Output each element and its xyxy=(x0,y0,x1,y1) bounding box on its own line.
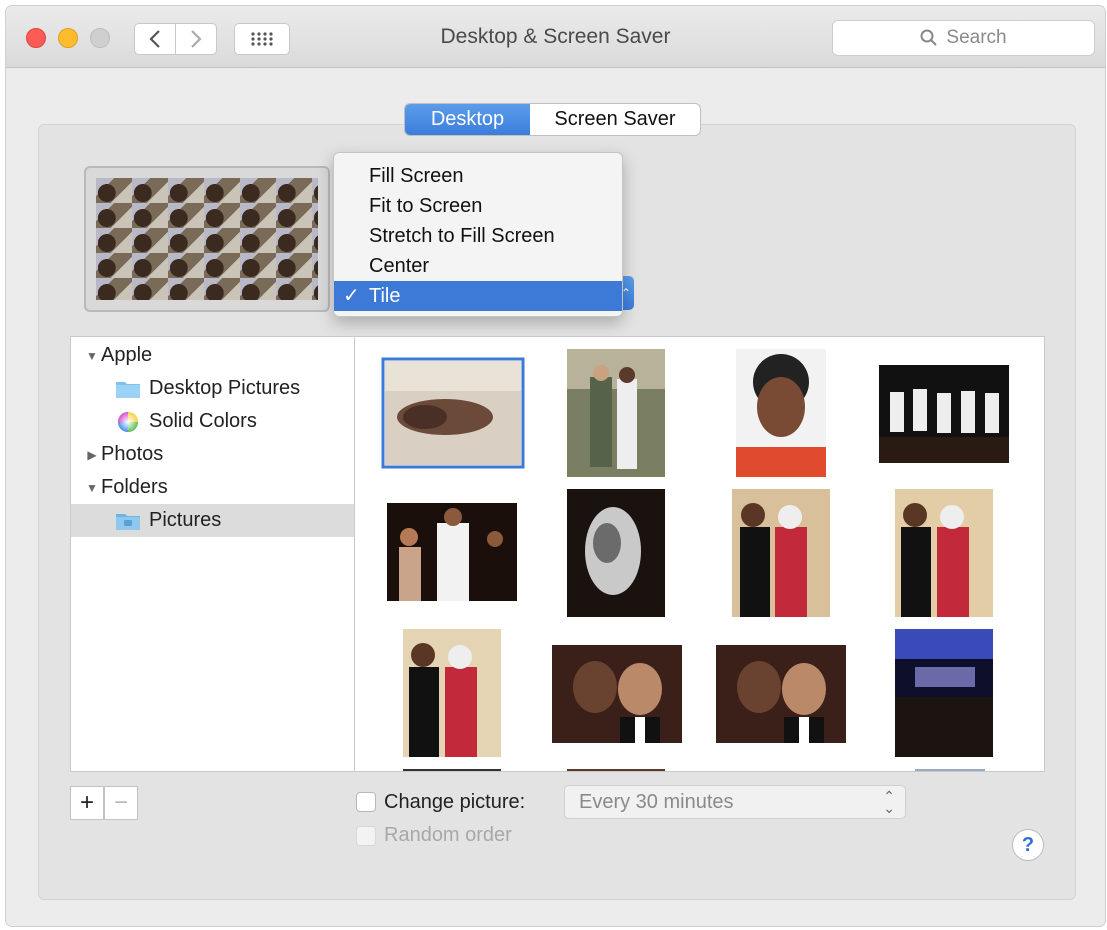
source-list: ▼ Apple Desktop Pictures Solid Colors ▶ … xyxy=(70,336,354,772)
color-wheel-icon xyxy=(118,411,138,432)
thumbnail-group-performers[interactable] xyxy=(879,365,1009,463)
tiled-wallpaper-preview xyxy=(96,178,318,300)
menu-item-fill-screen[interactable]: Fill Screen xyxy=(334,161,622,191)
tab-screen-saver[interactable]: Screen Saver xyxy=(530,104,700,135)
menu-item-tile-label: Tile xyxy=(369,285,401,307)
thumbnail-couple-selfie-2[interactable] xyxy=(716,645,846,743)
interval-select[interactable]: Every 30 minutes ⌃ ⌄ xyxy=(564,785,906,819)
picture-grid xyxy=(354,336,1045,772)
folder-icon xyxy=(116,381,140,398)
search-field[interactable]: Search xyxy=(832,20,1095,56)
sidebar-group-photos[interactable]: ▶ Photos xyxy=(71,438,354,471)
random-order-label: Random order xyxy=(384,824,512,846)
disclosure-closed-icon: ▶ xyxy=(87,447,97,462)
menu-item-stretch[interactable]: Stretch to Fill Screen xyxy=(334,221,622,251)
add-folder-button[interactable]: + xyxy=(70,786,104,820)
tab-desktop[interactable]: Desktop xyxy=(405,104,530,135)
change-picture-checkbox[interactable] xyxy=(356,792,376,812)
desktop-preview xyxy=(84,166,330,312)
sidebar-group-folders[interactable]: ▼ Folders xyxy=(71,471,354,504)
thumbnail-party-group[interactable] xyxy=(387,503,517,601)
sidebar-item-pictures[interactable]: Pictures xyxy=(71,504,354,537)
thumbnail-partial xyxy=(567,769,665,771)
tab-bar: Desktop Screen Saver xyxy=(404,103,701,136)
disclosure-open-icon: ▼ xyxy=(86,348,98,363)
thumbnail-two-women-1[interactable] xyxy=(732,489,830,617)
sidebar-label-photos: Photos xyxy=(101,443,164,465)
thumbnail-two-women-3[interactable] xyxy=(403,629,501,757)
checkmark-icon: ✓ xyxy=(343,285,360,307)
sidebar-item-desktop-pictures[interactable]: Desktop Pictures xyxy=(71,372,354,405)
search-placeholder: Search xyxy=(946,27,1007,48)
thumbnail-stage-event[interactable] xyxy=(895,629,993,757)
sidebar-label-desktop-pictures: Desktop Pictures xyxy=(149,377,301,399)
fit-menu: Fill Screen Fit to Screen Stretch to Fil… xyxy=(333,152,623,317)
thumbnail-woman-portrait[interactable] xyxy=(736,349,826,477)
random-order-checkbox[interactable] xyxy=(356,826,376,846)
thumbnail-cat-sleeping[interactable] xyxy=(567,489,665,617)
thumbnail-partial xyxy=(403,769,501,771)
thumbnails xyxy=(381,349,1009,771)
disclosure-open-icon: ▼ xyxy=(86,480,98,495)
plus-icon: + xyxy=(79,789,94,816)
remove-folder-button[interactable]: − xyxy=(104,786,138,820)
sidebar-item-solid-colors[interactable]: Solid Colors xyxy=(71,405,354,438)
menu-item-center[interactable]: Center xyxy=(334,251,622,281)
thumbnail-two-women-2[interactable] xyxy=(895,489,993,617)
sidebar-label-pictures: Pictures xyxy=(149,509,222,531)
search-icon xyxy=(920,29,938,46)
updown-chevron-icon: ⌃ ⌄ xyxy=(883,788,895,816)
thumbnail-two-men[interactable] xyxy=(567,349,665,477)
sidebar-group-apple[interactable]: ▼ Apple xyxy=(71,339,354,372)
interval-value: Every 30 minutes xyxy=(579,790,734,813)
thumbnail-cat-on-floor[interactable] xyxy=(381,357,525,469)
thumbnail-partial xyxy=(915,769,985,771)
menu-item-tile[interactable]: ✓ Tile xyxy=(334,281,622,311)
thumbnail-couple-selfie-1[interactable] xyxy=(552,645,682,743)
sidebar-label-apple: Apple xyxy=(101,344,153,366)
sidebar-label-solid-colors: Solid Colors xyxy=(149,410,257,432)
help-button[interactable]: ? xyxy=(1012,829,1044,861)
title-bar: Desktop & Screen Saver Search xyxy=(6,6,1105,68)
change-picture-label: Change picture: xyxy=(384,791,526,813)
menu-item-fit-to-screen[interactable]: Fit to Screen xyxy=(334,191,622,221)
pictures-folder-icon xyxy=(116,513,140,530)
sidebar-label-folders: Folders xyxy=(101,476,168,498)
minus-icon: − xyxy=(113,789,128,816)
